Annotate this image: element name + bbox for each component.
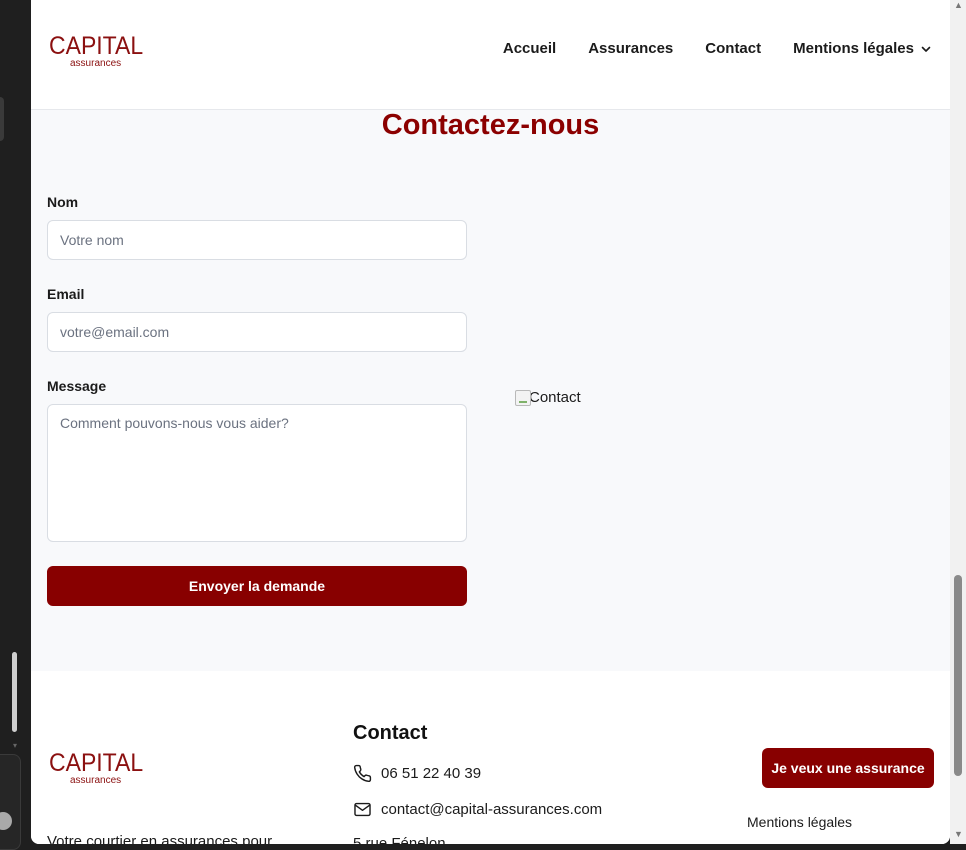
email-input[interactable] — [47, 312, 467, 352]
submit-button[interactable]: Envoyer la demande — [47, 566, 467, 606]
site-footer: CAPITAL assurances Votre courtier en ass… — [31, 671, 950, 844]
mail-icon — [354, 802, 371, 817]
phone-number: 06 51 22 40 39 — [381, 765, 482, 782]
nav-item-label: Accueil — [502, 40, 557, 57]
chevron-down-icon — [921, 46, 931, 52]
nav-item-contact[interactable]: Contact — [705, 40, 761, 57]
message-label: Message — [47, 378, 107, 394]
logo-subtitle: assurances — [70, 58, 122, 69]
side-tab[interactable] — [0, 97, 4, 141]
nav-item-mentions-legales[interactable]: Mentions légales — [793, 40, 932, 57]
phone-icon — [353, 764, 372, 783]
name-label: Nom — [47, 194, 79, 210]
email-label: Email — [47, 286, 85, 302]
side-panel — [0, 754, 21, 850]
cta-insurance-button[interactable]: Je veux une assurance — [762, 748, 934, 788]
logo-wordmark: CAPITAL — [49, 749, 144, 777]
page-scrollbar[interactable]: ▲ ▼ — [950, 0, 966, 844]
side-scroll-thumb[interactable] — [12, 652, 17, 732]
page-title: Contactez-nous — [381, 109, 600, 141]
contact-image: Contact — [515, 389, 581, 406]
nav-item-assurances[interactable]: Assurances — [588, 40, 673, 57]
footer-address: 5 rue Fénelon — [353, 835, 446, 844]
image-alt-text: Contact — [529, 389, 581, 406]
side-scroll-arrow-icon: ▾ — [12, 741, 17, 750]
logo-subtitle: assurances — [70, 775, 122, 786]
footer-tagline: Votre courtier en assurances pour — [47, 833, 273, 844]
broken-image-icon — [515, 389, 531, 406]
footer-contact-title: Contact — [353, 722, 428, 744]
nav-item-label: Assurances — [588, 40, 674, 57]
nav-item-label: Mentions légales — [793, 40, 914, 57]
message-textarea[interactable] — [47, 404, 467, 542]
name-input[interactable] — [47, 220, 467, 260]
nav-item-accueil[interactable]: Accueil — [503, 40, 556, 57]
footer-email[interactable]: contact@capital-assurances.com — [353, 800, 602, 819]
logo-wordmark: CAPITAL — [49, 32, 144, 60]
footer-logo[interactable]: CAPITAL assurances — [49, 751, 151, 786]
header-logo[interactable]: CAPITAL assurances — [49, 34, 151, 69]
main-nav: Accueil Assurances Contact Mentions léga… — [503, 40, 932, 57]
scroll-thumb[interactable] — [954, 575, 962, 776]
nav-item-label: Contact — [705, 40, 762, 57]
scroll-up-icon[interactable]: ▲ — [954, 0, 963, 10]
email-address: contact@capital-assurances.com — [381, 801, 603, 818]
scroll-down-icon[interactable]: ▼ — [954, 829, 963, 839]
page-viewport: CAPITAL assurances Accueil Assurances Co… — [31, 0, 950, 844]
footer-legal-link[interactable]: Mentions légales — [747, 814, 852, 830]
footer-phone[interactable]: 06 51 22 40 39 — [353, 764, 481, 783]
site-header: CAPITAL assurances Accueil Assurances Co… — [31, 0, 950, 110]
